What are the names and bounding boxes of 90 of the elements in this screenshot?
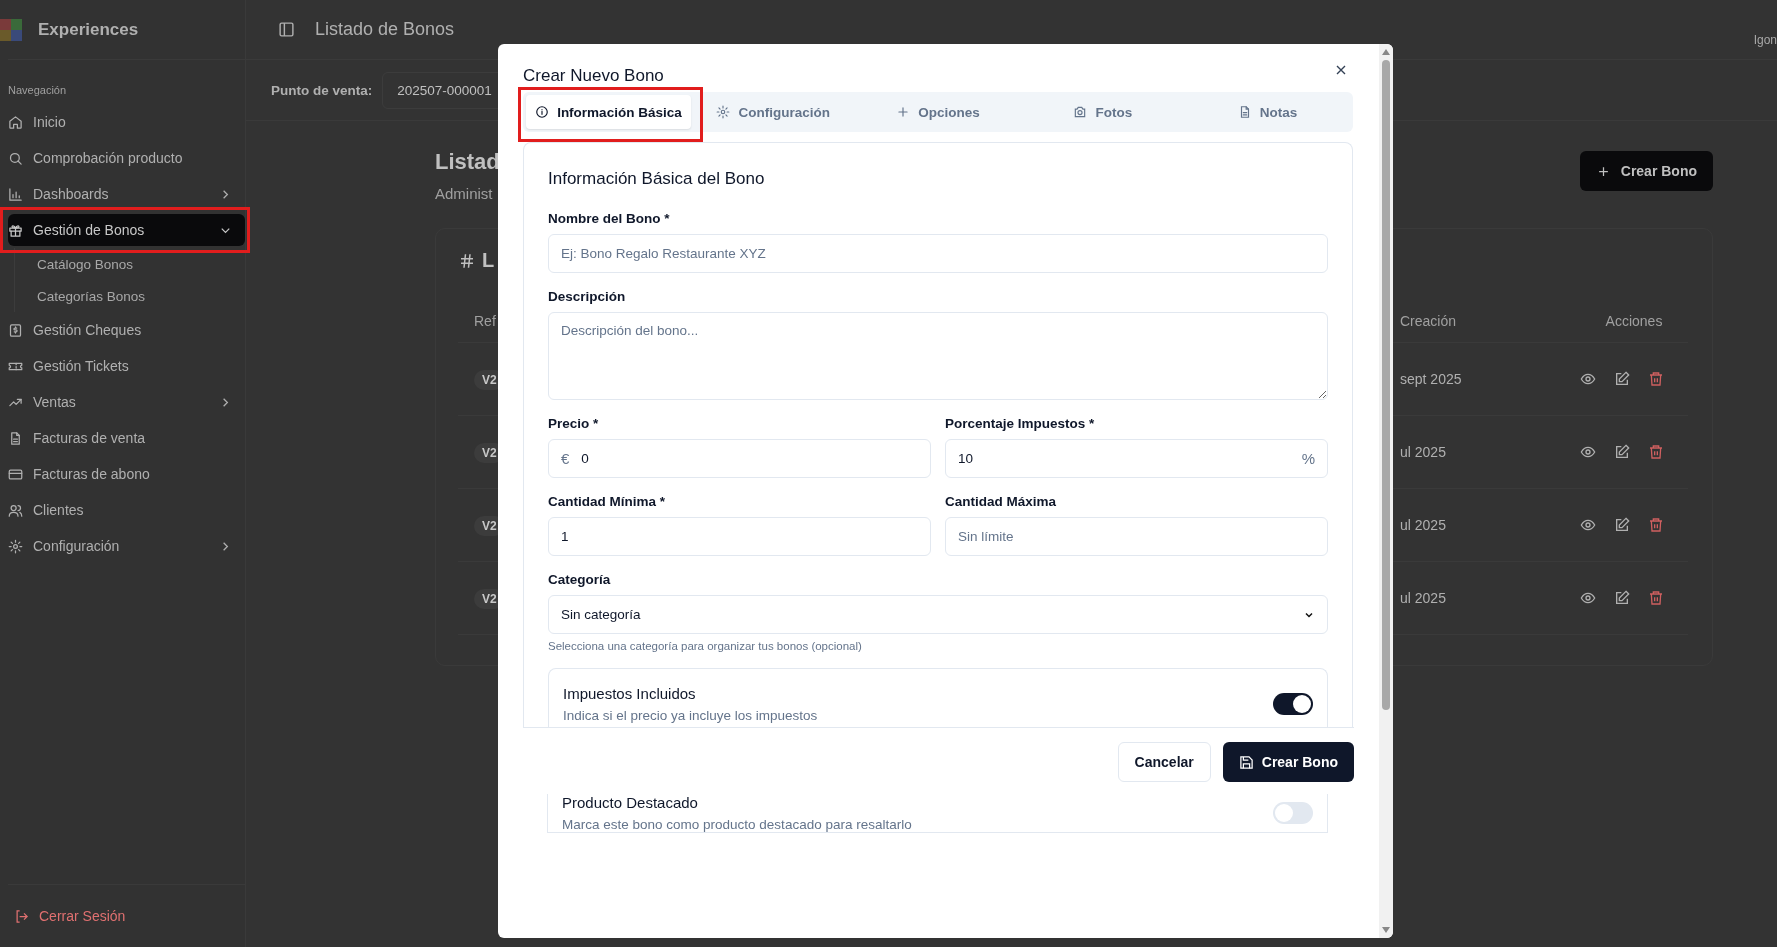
column-header: Ref [474,313,497,329]
delete-icon[interactable] [1648,444,1664,460]
toggle-title: Impuestos Incluidos [563,685,697,702]
description-field[interactable]: Descripción del bono... [548,312,1328,400]
field-hint: Selecciona una categoría para organizar tus bonos (opcional) [548,640,863,652]
field-label: Cantidad Máxima [945,494,1058,509]
sidebar-item[interactable]: Comprobación producto [8,142,245,174]
field-label: Nombre del Bono * [548,211,671,226]
card-icon [8,466,23,482]
page-header-title: Listado de Bonos [315,19,456,40]
table-cell-text: sept 2025 [1400,371,1463,387]
section-label: Navegación [8,84,68,96]
page-subtitle: Administ [435,185,494,202]
field-label: Cantidad Mínima * [548,494,666,509]
delete-icon[interactable] [1648,590,1664,606]
tax-percentage-field[interactable]: 10 % [945,439,1328,478]
tab[interactable]: Opciones [855,95,1021,129]
table-cell-text: ul 2025 [1400,517,1447,533]
scrollbar[interactable] [1379,44,1393,938]
field-label: Precio * [548,416,600,431]
sidebar-subitem[interactable]: Catálogo Bonos [37,248,245,280]
sidebar-item[interactable]: Gestión Tickets [8,350,245,382]
point-of-sale-label: Punto de venta: [271,82,373,98]
table-cell-text: ul 2025 [1400,444,1447,460]
settings-icon [8,538,23,554]
cancel-button[interactable]: Cancelar [1117,742,1211,782]
user-name: Igon [1753,33,1777,47]
view-icon[interactable] [1580,590,1596,606]
logo-icon [0,18,22,41]
tab[interactable]: Configuración [690,95,856,129]
home-icon [8,114,23,130]
sidebar-item[interactable]: Clientes [8,494,245,526]
toggle-switch[interactable] [1273,802,1313,824]
users-icon [8,502,23,518]
dollar-document-icon [8,322,23,338]
price-field[interactable]: € 0 [548,439,931,478]
hash-icon [458,251,476,270]
tab[interactable]: Información Básica [526,95,691,129]
brand-name: Experiences [38,19,139,40]
edit-icon[interactable] [1614,590,1630,606]
delete-icon[interactable] [1648,371,1664,387]
gear-icon [716,105,731,119]
gift-icon [8,222,23,238]
tab[interactable]: Fotos [1020,95,1186,129]
minimum-quantity-field[interactable]: 1 [548,517,931,556]
search-icon [8,150,23,166]
sidebar-item[interactable]: Facturas de venta [8,422,245,454]
card-title: L [482,249,495,272]
toggle-title: Producto Destacado [562,794,699,811]
info-icon [535,105,550,119]
camera-icon [1073,105,1088,119]
field-label: Descripción [548,289,627,304]
view-icon[interactable] [1580,517,1596,533]
sidebar-item[interactable]: Gestión de Bonos [8,214,245,246]
category-select[interactable]: Sin categoría [548,595,1328,634]
submit-button[interactable]: Crear Bono [1222,742,1354,782]
create-button[interactable]: Crear Bono [1579,151,1713,191]
column-header: Acciones [1604,313,1664,329]
sidebar-item[interactable]: Ventas [8,386,245,418]
view-icon[interactable] [1580,371,1596,387]
toggle-description: Marca este bono como producto destacado para resaltarlo [562,817,912,832]
sidebar-item[interactable]: Configuración [8,530,245,562]
column-header: Creación [1400,313,1458,329]
logout-button[interactable]: Cerrar Sesión [8,908,132,924]
maximum-quantity-field[interactable]: Sin límite [945,517,1328,556]
edit-icon[interactable] [1614,517,1630,533]
sidebar-item[interactable]: Facturas de abono [8,458,245,490]
field-label: Porcentaje Impuestos * [945,416,1096,431]
toggle-description: Indica si el precio ya incluye los impuestos [563,708,818,723]
edit-icon[interactable] [1614,444,1630,460]
sidebar-item[interactable]: Inicio [8,106,245,138]
field-label: Categoría [548,572,612,587]
delete-icon[interactable] [1648,517,1664,533]
sidebar-toggle-icon[interactable] [278,21,295,38]
name-field[interactable]: Ej: Bono Regalo Restaurante XYZ [548,234,1328,273]
tab[interactable]: Notas [1185,95,1350,129]
edit-icon[interactable] [1614,371,1630,387]
sidebar-item[interactable]: Gestión Cheques [8,314,245,346]
plus-icon [896,105,911,119]
logout-icon [14,908,29,924]
document-icon [8,430,23,446]
section-title: Información Básica del Bono [548,169,766,189]
toggle-switch[interactable] [1273,693,1313,715]
save-icon [1238,754,1254,770]
sidebar-subitem[interactable]: Categorías Bonos [37,280,245,312]
sidebar-item[interactable]: Dashboards [8,178,245,210]
view-icon[interactable] [1580,444,1596,460]
bar-chart-icon [8,186,23,202]
table-cell-text: ul 2025 [1400,590,1447,606]
page-title: Listad [435,149,500,175]
